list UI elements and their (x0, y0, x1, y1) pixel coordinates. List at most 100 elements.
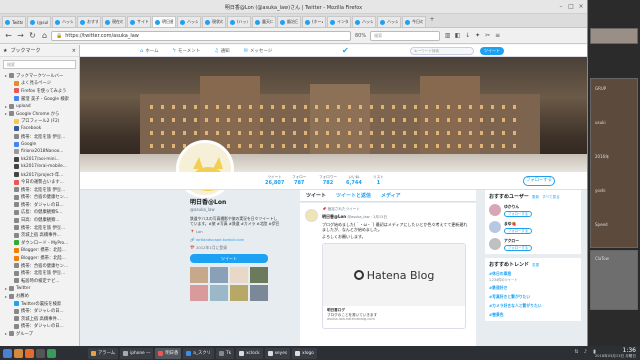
minimize-icon[interactable]: – (557, 3, 565, 11)
twitter-bird-icon[interactable]: ✔ (342, 46, 349, 55)
bookmark-item[interactable]: Blogger: 携帯：北陸... (0, 254, 79, 262)
url-bar[interactable]: 🔒 https://twitter.com/asuka_law (51, 30, 351, 41)
profile-site[interactable]: 🔗 wrtlandscape.tumblr.com (190, 237, 280, 242)
see-all-link[interactable]: すべて見る (542, 195, 560, 199)
firefox-icon[interactable] (25, 348, 34, 358)
taskbar-task[interactable]: 明日香 (155, 347, 182, 359)
bookmark-item[interactable]: よく見るページ (0, 80, 79, 88)
bookmark-item[interactable]: ▸ グループ (0, 330, 79, 338)
refresh-link[interactable]: 更新 (532, 195, 539, 199)
bookmark-item[interactable]: ダウンロード - MyPro... (0, 239, 79, 247)
library-icon[interactable]: ▥ (443, 31, 452, 40)
profile-photo-thumb[interactable] (210, 267, 228, 283)
browser-tab[interactable]: 明日香@ (152, 16, 176, 27)
timeline-tab[interactable]: ツイート (306, 192, 326, 199)
bookmark-item[interactable]: 茨城上宿 高橋事件... (0, 231, 79, 239)
bookmark-item[interactable]: ▸ お薦め (0, 292, 79, 300)
suggested-user-follow-button[interactable]: フォローする (504, 211, 532, 217)
trends-change-link[interactable]: 変更 (532, 263, 539, 267)
zoom-level[interactable]: 80% (355, 33, 366, 39)
browser-tab[interactable]: (ハッシュ (227, 16, 251, 27)
extension-icon[interactable]: ✦ (473, 31, 482, 40)
bookmark-item[interactable]: 広島：の健康観察S... (0, 209, 79, 217)
link-card[interactable]: Hatena Blog 明日香ログ ブログのことを書いていきます asuka-l… (322, 243, 466, 329)
browser-tab[interactable]: 現在の設定 (102, 16, 126, 27)
sidebar-toggle-icon[interactable]: ◧ (453, 31, 462, 40)
browser-tab[interactable]: サイドバー (127, 16, 151, 27)
suggested-user-follow-button[interactable]: フォローする (504, 228, 532, 234)
taskbar-task[interactable]: iphone — (120, 347, 154, 359)
profile-photo-thumb[interactable] (210, 285, 228, 301)
terminal-icon[interactable] (36, 348, 45, 358)
volume-icon[interactable]: ♪ (582, 349, 589, 356)
profile-photo-thumb[interactable] (190, 285, 208, 301)
trend-item[interactable]: #カメラ好きな人と繋がりたい (489, 303, 577, 309)
suggested-user-avatar[interactable] (489, 204, 501, 216)
tweet-to-button[interactable]: ツイート (190, 254, 268, 263)
bookmark-item[interactable]: 厳澄 美子 - Google 検索 (0, 95, 79, 103)
bookmark-item[interactable]: Blogger: 携帯：北陸... (0, 247, 79, 255)
bookmark-item[interactable]: プロフィール2 (F2) (0, 118, 79, 126)
browser-tab[interactable]: (ホーム (302, 16, 326, 27)
tweet-author-name[interactable]: 明日香@Lon (322, 214, 346, 219)
profile-handle[interactable]: @asuka_law (190, 207, 280, 212)
browser-tab[interactable]: インター (327, 16, 351, 27)
menu-icon[interactable]: ≡ (493, 31, 502, 40)
bookmark-item[interactable]: 携帯：北陸を旅 伊豆... (0, 224, 79, 232)
bookmark-item[interactable]: kk2017/project-年... (0, 171, 79, 179)
suggested-user-name[interactable]: ゆかりん (504, 204, 532, 210)
profile-stat[interactable]: フォロー 787 (292, 175, 306, 186)
forward-icon[interactable]: → (15, 30, 26, 41)
profile-stat[interactable]: ツイート 26,807 (265, 175, 284, 186)
trend-item[interactable]: #写真好きと繋がりたい (489, 294, 577, 300)
nav-home[interactable]: ⌂ ホーム (140, 48, 159, 54)
suggested-user[interactable]: アクロー フォローする (489, 238, 577, 251)
suggested-user[interactable]: ゆかりん フォローする (489, 204, 577, 217)
start-menu-icon[interactable] (3, 348, 12, 358)
suggested-user-name[interactable]: アクロー (504, 238, 532, 244)
download-icon[interactable]: ↓ (463, 31, 472, 40)
background-window-top[interactable] (590, 28, 638, 44)
browser-tab[interactable]: 現状の (202, 16, 226, 27)
bookmark-item[interactable]: 今日の運勢占います... (0, 178, 79, 186)
trend-item[interactable]: #鉄道好き (489, 285, 577, 291)
bookmark-item[interactable]: Facebook (0, 125, 79, 133)
bookmark-item[interactable]: ▸ Twitter (0, 285, 79, 293)
bookmark-item[interactable]: 携帯：合宿の健康セン... (0, 194, 79, 202)
browser-tab[interactable]: ハッシュタグ (52, 16, 76, 27)
bookmark-search-input[interactable]: 検索 (3, 60, 76, 69)
bookmark-item[interactable]: 携帯：ダジャレの日... (0, 201, 79, 209)
browser-tab[interactable]: おすすめ (77, 16, 101, 27)
profile-photo-thumb[interactable] (230, 285, 248, 301)
nav-moments[interactable]: ϟ モーメント (173, 48, 201, 54)
browser-tab[interactable]: 露天ログ (252, 16, 276, 27)
browser-tab[interactable]: 鍛冶日記 (277, 16, 301, 27)
taskbar-task[interactable]: xclock (236, 347, 263, 359)
profile-site-text[interactable]: wrtlandscape.tumblr.com (196, 237, 244, 242)
reload-icon[interactable]: ↻ (27, 30, 38, 41)
bookmark-item[interactable]: 転居時の検定ナビ... (0, 277, 79, 285)
suggested-user-name[interactable]: まゆ🍓 (504, 221, 532, 227)
bookmark-item[interactable]: 携帯：北陸を旅 伊豆... (0, 269, 79, 277)
file-manager-icon[interactable] (14, 348, 23, 358)
browser-tab[interactable]: ハッシュ (352, 16, 376, 27)
taskbar-task[interactable]: アラーム (88, 347, 119, 359)
bookmark-item[interactable]: ▸ upload (0, 102, 79, 110)
bookmark-item[interactable]: 日高：の健康観察... (0, 216, 79, 224)
bookmark-item[interactable]: Google (0, 140, 79, 148)
tweet-avatar[interactable] (305, 209, 318, 222)
profile-photo-thumb[interactable] (190, 267, 208, 283)
bookmark-item[interactable]: 携帯：ダジャレの日... (0, 307, 79, 315)
bookmark-item[interactable]: firionx2018Nanoo... (0, 148, 79, 156)
home-icon[interactable]: ⌂ (39, 30, 50, 41)
suggested-user[interactable]: まゆ🍓 フォローする (489, 221, 577, 234)
clock[interactable]: 1:36 2018年03月13日 月曜日 (595, 347, 636, 358)
taskbar-task[interactable]: Tk (215, 347, 235, 359)
suggested-user-follow-button[interactable]: フォローする (504, 245, 532, 251)
bookmark-item[interactable]: Firefox を使ってみよう (0, 87, 79, 95)
titlebar[interactable]: 明日香@Lon (@asuka_law)さん | Twitter - Mozil… (0, 0, 587, 14)
suggested-user-avatar[interactable] (489, 221, 501, 233)
profile-photo-thumb[interactable] (230, 267, 248, 283)
bookmark-item[interactable]: Twitterの裏技を検索 (0, 300, 79, 308)
nav-messages[interactable]: ✉ メッセージ (244, 48, 273, 54)
